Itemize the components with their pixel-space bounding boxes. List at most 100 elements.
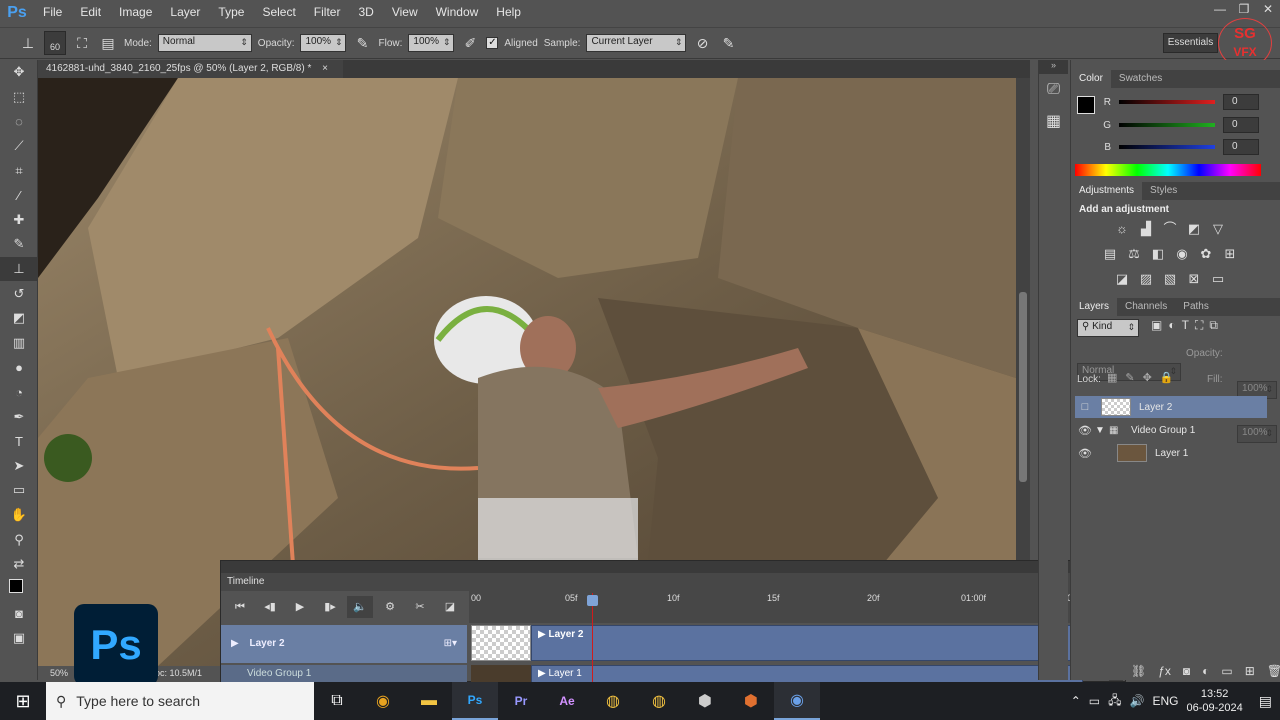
menu-image[interactable]: Image — [110, 0, 161, 25]
invert-icon[interactable]: ◪ — [1113, 270, 1131, 288]
play-icon[interactable]: ▶ — [287, 596, 313, 618]
clone-source-icon[interactable]: ⛶ — [72, 33, 92, 53]
eraser-tool-icon[interactable]: ◩ — [0, 306, 38, 331]
qbittorrent-taskbar-icon[interactable]: ◉ — [774, 682, 820, 720]
tab-adjustments[interactable]: Adjustments — [1071, 182, 1143, 200]
canvas-scroll-thumb[interactable] — [1019, 292, 1027, 482]
quick-mask-icon[interactable]: ◙ — [0, 601, 38, 626]
tab-layers[interactable]: Layers — [1071, 298, 1118, 316]
color-balance-icon[interactable]: ⚖ — [1125, 245, 1143, 263]
lasso-tool-icon[interactable]: ◌ — [0, 109, 38, 134]
eyedropper-tool-icon[interactable]: ⁄ — [0, 183, 38, 208]
channel-mixer-icon[interactable]: ✿ — [1197, 245, 1215, 263]
levels-icon[interactable]: ▟ — [1137, 220, 1155, 238]
timeline-clip[interactable]: ▶ Layer 1 — [531, 665, 1083, 683]
windows-start-icon[interactable]: ⊞ — [0, 682, 46, 720]
airbrush-icon[interactable]: ✐ — [460, 33, 480, 53]
volume-icon[interactable]: 🔊 — [1130, 694, 1145, 708]
gradient-tool-icon[interactable]: ▥ — [0, 331, 38, 356]
expand-panels-icon[interactable]: » — [1039, 60, 1068, 74]
file-explorer-icon[interactable]: ▬ — [406, 682, 452, 720]
lock-all-icon[interactable]: 🔒 — [1160, 371, 1174, 384]
menu-file[interactable]: File — [34, 0, 71, 25]
battery-icon[interactable]: ▭ — [1089, 694, 1100, 708]
history-icon[interactable]: ⎚ — [1039, 74, 1068, 106]
after-effects-taskbar-icon[interactable]: Ae — [544, 682, 590, 720]
pen-tool-icon[interactable]: ✒ — [0, 404, 38, 429]
language-indicator[interactable]: ENG — [1152, 694, 1178, 708]
smart-object-filter-icon[interactable]: ⧉ — [1209, 318, 1218, 333]
foreground-background-swatch[interactable] — [0, 576, 38, 601]
menu-filter[interactable]: Filter — [305, 0, 350, 25]
menu-view[interactable]: View — [383, 0, 427, 25]
restore-button[interactable]: ❐ — [1232, 0, 1256, 18]
aligned-checkbox[interactable]: ✓ — [486, 37, 499, 49]
photo-filter-icon[interactable]: ◉ — [1173, 245, 1191, 263]
blur-tool-icon[interactable]: ● — [0, 355, 38, 380]
notifications-icon[interactable]: ▤ — [1259, 693, 1272, 710]
eye-icon[interactable]: 👁 — [1075, 424, 1095, 437]
mode-select[interactable]: Normal — [157, 34, 252, 52]
eye-icon[interactable]: 👁 — [1075, 447, 1095, 460]
dodge-tool-icon[interactable]: ◔ — [0, 380, 38, 405]
brush-preset-picker[interactable]: 60 — [44, 31, 66, 55]
next-frame-icon[interactable]: ▮▸ — [317, 596, 343, 618]
network-icon[interactable]: 🖧 — [1108, 691, 1121, 712]
ignore-adjustment-icon[interactable]: ⊘ — [692, 33, 712, 53]
taskbar-search-box[interactable]: ⚲ Type here to search — [46, 682, 314, 720]
chevron-up-icon[interactable]: ⌃ — [1071, 694, 1081, 708]
tab-swatches[interactable]: Swatches — [1111, 70, 1170, 88]
quick-select-tool-icon[interactable]: ⟋ — [0, 134, 38, 159]
properties-icon[interactable]: ▦ — [1039, 106, 1068, 138]
tab-channels[interactable]: Channels — [1117, 298, 1175, 316]
menu-layer[interactable]: Layer — [161, 0, 209, 25]
hand-tool-icon[interactable]: ✋ — [0, 503, 38, 528]
layer-row-layer-1[interactable]: 👁 Layer 1 — [1075, 442, 1267, 464]
timeline-track-header[interactable]: ▶ Layer 2 ⊞▾ — [221, 625, 467, 663]
type-filter-icon[interactable]: T — [1182, 318, 1189, 333]
shape-filter-icon[interactable]: ⛶ — [1195, 318, 1203, 333]
brightness-contrast-icon[interactable]: ☼ — [1113, 220, 1131, 238]
pixel-filter-icon[interactable]: ▣ — [1151, 318, 1162, 333]
split-at-playhead-icon[interactable]: ✂ — [407, 596, 433, 618]
layer-visibility-toggle[interactable]: □ — [1075, 401, 1095, 413]
menu-edit[interactable]: Edit — [71, 0, 110, 25]
close-document-icon[interactable]: × — [322, 63, 328, 74]
add-mask-icon[interactable]: ◙ — [1183, 664, 1190, 678]
type-tool-icon[interactable]: T — [0, 429, 38, 454]
curves-icon[interactable]: ⌒ — [1161, 220, 1179, 238]
green-value-input[interactable]: 0 — [1223, 117, 1259, 133]
minimize-button[interactable]: — — [1208, 0, 1232, 18]
sample-select[interactable]: Current Layer — [586, 34, 687, 52]
new-layer-icon[interactable]: ⊞ — [1245, 664, 1255, 678]
layer-style-icon[interactable]: ƒx — [1158, 664, 1171, 678]
photoshop-taskbar-icon[interactable]: Ps — [452, 682, 498, 720]
chrome-icon[interactable]: ◉ — [360, 682, 406, 720]
healing-brush-tool-icon[interactable]: ✚ — [0, 208, 38, 233]
brush-tool-icon[interactable]: ✎ — [0, 232, 38, 257]
red-value-input[interactable]: 0 — [1223, 94, 1259, 110]
document-tab[interactable]: 4162881-uhd_3840_2160_25fps @ 50% (Layer… — [38, 60, 343, 78]
adjustment-filter-icon[interactable]: ◐ — [1168, 318, 1175, 333]
layer-filter-select[interactable]: ⚲ Kind — [1077, 319, 1139, 337]
app-s-taskbar-icon[interactable]: ⬢ — [682, 682, 728, 720]
premiere-taskbar-icon[interactable]: Pr — [498, 682, 544, 720]
davinci-taskbar-icon[interactable]: ◍ — [590, 682, 636, 720]
swap-colors-icon[interactable]: ⇄ — [0, 552, 38, 577]
link-layers-icon[interactable]: ⛓ — [1131, 664, 1146, 678]
history-brush-tool-icon[interactable]: ↺ — [0, 281, 38, 306]
new-group-icon[interactable]: ▭ — [1221, 664, 1232, 678]
menu-type[interactable]: Type — [209, 0, 253, 25]
menu-3d[interactable]: 3D — [349, 0, 382, 25]
pressure-size-icon[interactable]: ✎ — [718, 33, 738, 53]
brush-panel-icon[interactable]: ▤ — [98, 33, 118, 53]
menu-window[interactable]: Window — [427, 0, 488, 25]
tab-styles[interactable]: Styles — [1142, 182, 1185, 200]
previous-frame-icon[interactable]: ◂▮ — [257, 596, 283, 618]
task-view-icon[interactable]: ⧉ — [314, 682, 360, 720]
fusion-taskbar-icon[interactable]: ◍ — [636, 682, 682, 720]
flow-input[interactable]: 100% — [408, 34, 455, 52]
selective-color-icon[interactable]: ⊠ — [1185, 270, 1203, 288]
path-select-tool-icon[interactable]: ➤ — [0, 454, 38, 479]
threshold-icon[interactable]: ▧ — [1161, 270, 1179, 288]
